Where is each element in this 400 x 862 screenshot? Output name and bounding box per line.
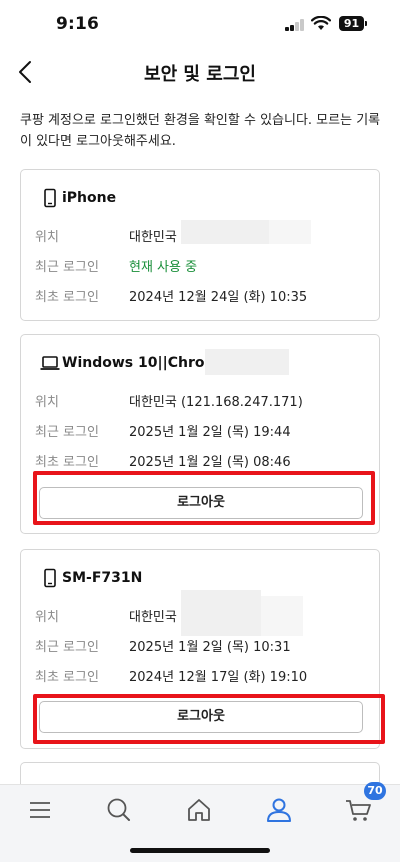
first-login-value: 2024년 12월 24일 (화) 10:35: [129, 290, 308, 305]
cellular-signal-icon: [285, 19, 305, 31]
device-name: SM-F731N: [62, 570, 143, 586]
location-label: 위치: [35, 610, 59, 625]
first-login-value: 2025년 1월 2일 (목) 08:46: [129, 455, 291, 470]
recent-login-label: 최근 로그인: [35, 640, 99, 655]
redacted-area: [269, 220, 311, 244]
status-time: 9:16: [56, 14, 100, 34]
page-header: 보안 및 로그인: [0, 50, 400, 94]
menu-icon[interactable]: [22, 793, 58, 827]
highlight-box: [33, 471, 375, 525]
redacted-area: [181, 590, 261, 636]
status-bar: 9:16 91: [0, 0, 400, 50]
recent-login-label: 최근 로그인: [35, 425, 99, 440]
my-account-icon[interactable]: [261, 793, 297, 827]
redacted-area: [261, 596, 303, 636]
location-label: 위치: [35, 395, 59, 410]
battery-icon: 91: [339, 16, 364, 31]
laptop-icon: [40, 356, 60, 370]
device-name: Windows 10||Chrome: [62, 355, 229, 371]
location-label: 위치: [35, 230, 59, 245]
intro-text: 쿠팡 계정으로 로그인했던 환경을 확인할 수 있습니다. 모르는 기록이 있다…: [20, 113, 381, 149]
device-card-iphone: iPhone 위치 대한민국 최근 로그인 현재 사용 중 최초 로그인 2024년 …: [20, 169, 380, 321]
battery-tip: [365, 21, 367, 26]
recent-login-value: 현재 사용 중: [129, 260, 198, 275]
location-value: 대한민국: [129, 610, 177, 625]
recent-login-label: 최근 로그인: [35, 260, 99, 275]
first-login-label: 최초 로그인: [35, 290, 99, 305]
device-name: iPhone: [62, 190, 117, 206]
search-icon[interactable]: [101, 793, 137, 827]
home-indicator: [130, 848, 270, 853]
location-value: 대한민국: [129, 230, 177, 245]
recent-login-value: 2025년 1월 2일 (목) 19:44: [129, 425, 291, 440]
first-login-value: 2024년 12월 17일 (화) 19:10: [129, 670, 308, 685]
home-icon[interactable]: [181, 793, 217, 827]
location-value: 대한민국 (121.168.247.171): [129, 395, 303, 410]
highlight-box: [33, 694, 385, 744]
recent-login-value: 2025년 1월 2일 (목) 10:31: [129, 640, 291, 655]
redacted-area: [181, 220, 269, 244]
cart-badge: 70: [364, 782, 386, 800]
first-login-label: 최초 로그인: [35, 670, 99, 685]
phone-icon: [44, 188, 56, 208]
phone-icon: [44, 568, 56, 588]
wifi-icon: [311, 16, 331, 30]
redacted-area: [205, 349, 289, 375]
first-login-label: 최초 로그인: [35, 455, 99, 470]
page-title: 보안 및 로그인: [144, 64, 256, 85]
